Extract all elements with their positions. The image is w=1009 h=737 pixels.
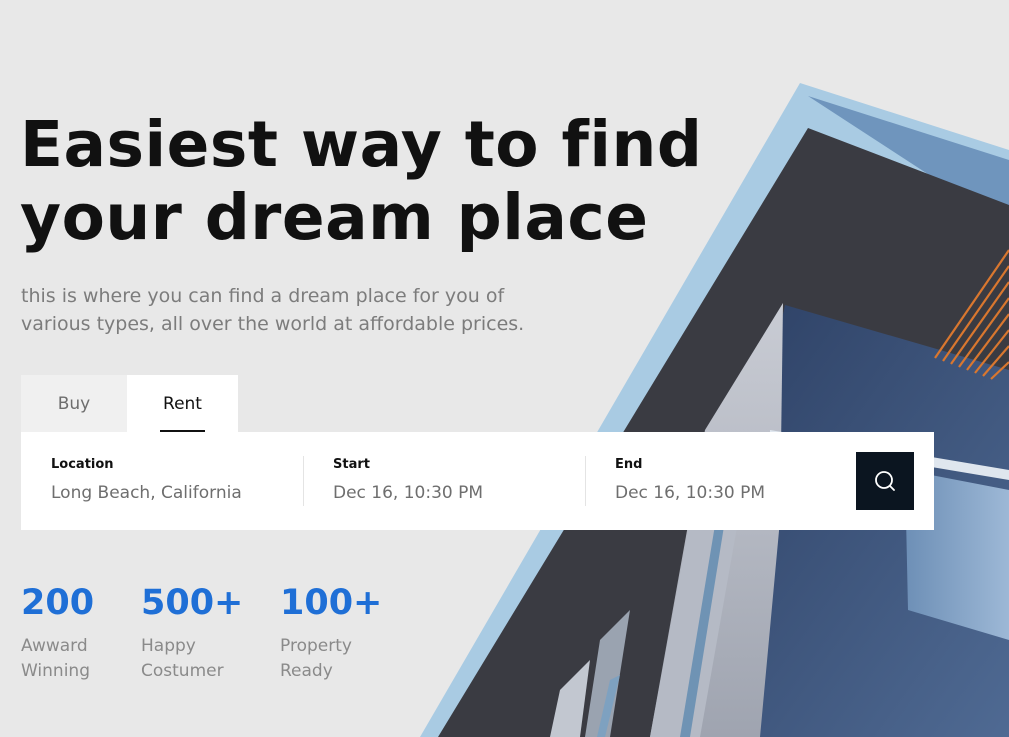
stat-award-winning: 200 Awward Winning [21,580,94,684]
tab-rent-label: Rent [163,393,202,414]
end-value[interactable]: Dec 16, 10:30 PM [615,483,765,503]
stat-label-line-2: Winning [21,661,90,681]
field-divider [303,456,304,506]
end-label: End [615,457,643,472]
location-value[interactable]: Long Beach, California [51,483,242,503]
field-divider [585,456,586,506]
hero-subtitle-line-2: various types, all over the world at aff… [21,313,525,335]
stat-property-ready: 100+ Property Ready [280,580,382,684]
start-value[interactable]: Dec 16, 10:30 PM [333,483,483,503]
hero-subtitle-line-1: this is where you can find a dream place… [21,285,505,307]
stat-label-line-1: Happy [141,636,196,656]
search-icon [875,471,895,491]
stat-label-line-2: Costumer [141,661,224,681]
search-card: Location Long Beach, California Start De… [21,432,934,530]
stat-happy-customers: 500+ Happy Costumer [141,580,243,684]
end-date-field[interactable]: End Dec 16, 10:30 PM [615,432,835,530]
start-label: Start [333,457,370,472]
location-field[interactable]: Location Long Beach, California [51,432,301,530]
search-button[interactable] [856,452,914,510]
location-label: Location [51,457,114,472]
hero-title-line-1: Easiest way to find [20,108,703,181]
listing-type-tabs: Buy Rent [21,375,238,432]
stat-value: 500+ [141,583,244,623]
tab-buy-label: Buy [57,393,91,414]
start-date-field[interactable]: Start Dec 16, 10:30 PM [333,432,583,530]
stat-label: Awward Winning [21,634,94,684]
hero-title-line-2: your dream place [20,181,649,254]
stat-label: Happy Costumer [141,634,243,684]
stat-label: Property Ready [280,634,382,684]
stat-label-line-1: Awward [21,636,88,656]
stat-value: 100+ [280,583,383,623]
hero-subtitle: this is where you can find a dream place… [21,282,525,338]
tab-buy[interactable]: Buy [21,375,127,432]
stat-label-line-2: Ready [280,661,333,681]
stat-value: 200 [21,583,95,623]
stat-label-line-1: Property [280,636,352,656]
hero-title: Easiest way to find your dream place [20,108,702,254]
tab-rent[interactable]: Rent [127,375,238,432]
